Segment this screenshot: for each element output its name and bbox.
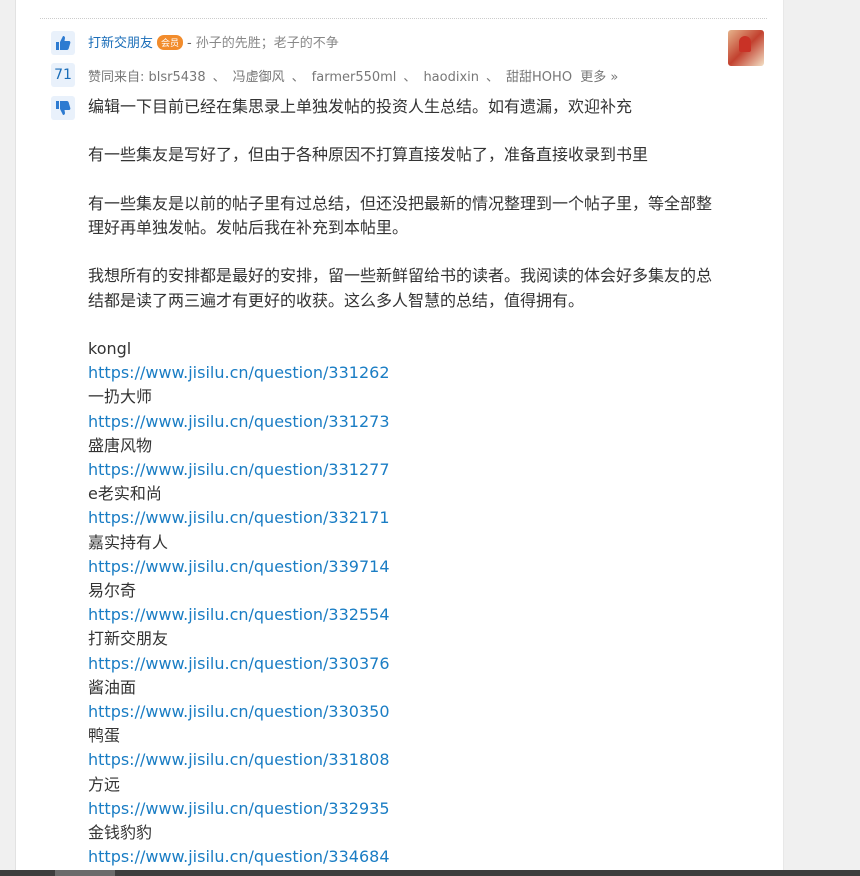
entry-link[interactable]: https://www.jisilu.cn/question/330376 (88, 652, 718, 676)
entry-author: e老实和尚 (88, 484, 162, 504)
answer-paragraph: 有一些集友是以前的帖子里有过总结，但还没把最新的情况整理到一个帖子里，等全部整理… (88, 193, 713, 237)
answer-paragraphs: 编辑一下目前已经在集思录上单独发帖的投资人生总结。如有遗漏，欢迎补充 有一些集友是… (88, 95, 718, 313)
entry-author: 易尔奇 (88, 581, 137, 600)
answer-body: 编辑一下目前已经在集思录上单独发帖的投资人生总结。如有遗漏，欢迎补充 有一些集友是… (88, 95, 718, 869)
likers-list: blsr5438、冯虚御风、 farmer550ml、 haodixin、甜甜HOH… (149, 70, 577, 85)
liker-separator: 、 (291, 70, 305, 85)
divider (40, 18, 767, 19)
likers-line: 赞同来自: blsr5438、冯虚御风、 farmer550ml、 haodixin… (88, 66, 618, 85)
entry-author: 嘉实持有人 (88, 532, 169, 552)
entry-link[interactable]: https://www.jisilu.cn/question/332171 (88, 506, 718, 530)
entry-author: 方远 (88, 774, 121, 794)
meta-separator: - (187, 36, 192, 51)
avatar[interactable] (728, 30, 764, 66)
answer-paragraph: 我想所有的安排都是最好的安排，留一些新鲜留给书的读者。我阅读的体会好多集友的总结… (88, 266, 713, 310)
vote-up-button[interactable] (51, 31, 75, 55)
entry-link[interactable]: https://www.jisilu.cn/question/332554 (88, 603, 718, 627)
entry-link[interactable]: https://www.jisilu.cn/question/331277 (88, 458, 718, 482)
liker-link[interactable]: blsr5438 (149, 70, 206, 85)
answer-panel: 71 打新交朋友 会员 - 孙子的先胜；老子的不争 赞同来自: blsr5438、冯虚… (15, 0, 784, 870)
entry-author: 鸭蛋 (88, 726, 121, 746)
entry-link[interactable]: https://www.jisilu.cn/question/331273 (88, 410, 718, 434)
entry-author: 盛唐风物 (88, 435, 153, 455)
liker-link[interactable]: 甜甜HOHO (506, 70, 572, 85)
author-signature: 孙子的先胜；老子的不争 (195, 36, 339, 51)
liker-separator: 、 (403, 70, 417, 85)
liker-separator: 、 (486, 70, 500, 85)
entry-author: 酱油面 (88, 677, 137, 697)
entry-author: 一扔大师 (88, 387, 153, 407)
liker-link[interactable]: haodixin (423, 70, 479, 85)
entry-link[interactable]: https://www.jisilu.cn/question/330350 (88, 700, 718, 724)
entry-link[interactable]: https://www.jisilu.cn/question/331262 (88, 361, 718, 385)
liker-link[interactable]: farmer550ml (312, 70, 397, 85)
vote-count: 71 (51, 63, 75, 87)
entry-author: 打新交朋友 (88, 629, 169, 649)
entry-link[interactable]: https://www.jisilu.cn/question/332935 (88, 797, 718, 821)
entry-link[interactable]: https://www.jisilu.cn/question/334684 (88, 845, 718, 869)
vote-down-button[interactable] (51, 96, 75, 120)
scrollbar-thumb[interactable] (55, 870, 115, 876)
answer-paragraph: 编辑一下目前已经在集思录上单独发帖的投资人生总结。如有遗漏，欢迎补充 (88, 97, 633, 116)
answer-meta: 打新交朋友 会员 - 孙子的先胜；老子的不争 (88, 32, 339, 51)
entry-list: kongl https://www.jisilu.cn/question/3312… (88, 337, 718, 869)
entry-author: kongl (88, 338, 132, 358)
more-likers-link[interactable]: 更多 » (580, 70, 618, 85)
entry-link[interactable]: https://www.jisilu.cn/question/331808 (88, 748, 718, 772)
likers-label: 赞同来自: (88, 70, 145, 85)
horizontal-scrollbar[interactable] (0, 870, 860, 876)
liker-link[interactable]: 冯虚御风 (233, 70, 285, 85)
entry-author: 金钱豹豹 (88, 823, 153, 843)
answer-paragraph: 有一些集友是写好了，但由于各种原因不打算直接发帖了，准备直接收录到书里 (88, 145, 649, 165)
liker-separator: 、 (212, 70, 226, 85)
author-link[interactable]: 打新交朋友 (88, 36, 153, 51)
entry-link[interactable]: https://www.jisilu.cn/question/339714 (88, 555, 718, 579)
member-badge: 会员 (157, 35, 184, 50)
